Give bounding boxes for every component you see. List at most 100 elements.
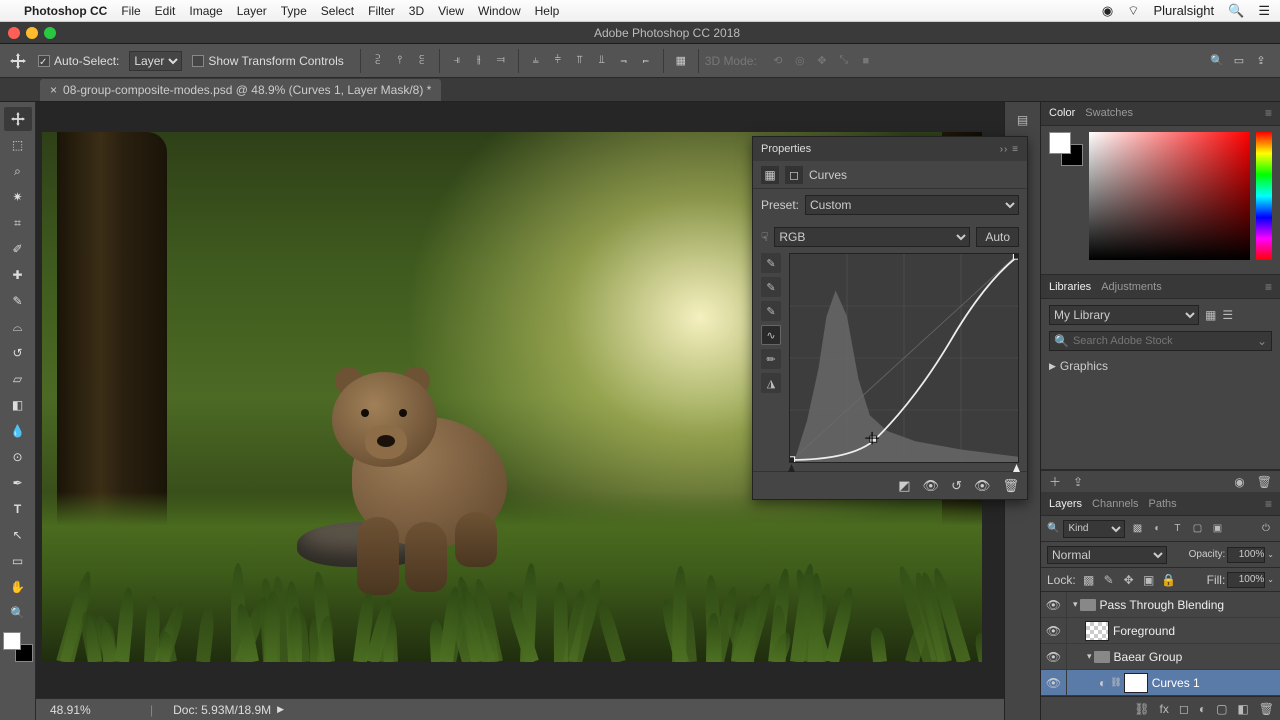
dist-hcenter-icon[interactable]: ⫬ [616, 53, 632, 69]
align-top-icon[interactable]: ⫔ [370, 53, 386, 69]
lasso-tool[interactable]: ⌕ [4, 159, 32, 183]
align-right-icon[interactable]: ⫤ [493, 53, 509, 69]
disclosure-icon[interactable]: ▾ [1073, 599, 1078, 610]
clip-histogram-icon[interactable]: ◮ [761, 373, 781, 393]
color-panel-menu-icon[interactable]: ≡ [1265, 106, 1272, 120]
add-to-library-icon[interactable]: ＋ [1049, 473, 1061, 490]
filter-adj-icon[interactable]: ◐ [1149, 521, 1165, 537]
lock-artboard-icon[interactable]: ▣ [1142, 573, 1156, 587]
align-bottom-icon[interactable]: ⫕ [414, 53, 430, 69]
stock-search[interactable]: 🔍 ⌄ [1049, 331, 1272, 351]
layers-tab[interactable]: Layers [1049, 498, 1082, 510]
cc-library-icon[interactable]: ◉ [1234, 475, 1244, 489]
filter-type-icon[interactable]: T [1169, 521, 1185, 537]
auto-button[interactable]: Auto [976, 227, 1019, 247]
visibility-icon[interactable]: 👁 [1041, 618, 1067, 643]
search-dropdown-icon[interactable]: ⌄ [1257, 334, 1267, 348]
graphics-group[interactable]: ▶Graphics [1049, 359, 1272, 373]
view-previous-icon[interactable]: 👁 [923, 478, 940, 494]
sampler-gray-icon[interactable]: ✎ [761, 277, 781, 297]
sampler-black-icon[interactable]: ✎ [761, 253, 781, 273]
hue-strip[interactable] [1256, 132, 1272, 260]
collapse-panel-icon[interactable]: ›› ≡ [1000, 144, 1019, 155]
document-tab[interactable]: × 08-group-composite-modes.psd @ 48.9% (… [40, 79, 441, 101]
layer-mask-icon[interactable]: ◻ [1179, 702, 1189, 716]
new-layer-icon[interactable]: ◧ [1237, 702, 1248, 716]
eraser-tool[interactable]: ▱ [4, 367, 32, 391]
channel-select[interactable]: RGB [774, 227, 970, 247]
dist-top-icon[interactable]: ⫨ [528, 53, 544, 69]
path-select-tool[interactable]: ↖ [4, 523, 32, 547]
libraries-panel-menu-icon[interactable]: ≡ [1265, 280, 1272, 294]
eyedropper-tool[interactable]: ✐ [4, 237, 32, 261]
libraries-sync-icon[interactable]: ⇪ [1073, 475, 1083, 489]
dist-vcenter-icon[interactable]: ⫩ [550, 53, 566, 69]
align-vcenter-icon[interactable]: ⫯ [392, 53, 408, 69]
zoom-window-button[interactable] [44, 27, 56, 39]
marquee-tool[interactable]: ⬚ [4, 133, 32, 157]
auto-select-checkbox[interactable]: Auto-Select: [38, 54, 119, 68]
filter-smart-icon[interactable]: ▣ [1209, 521, 1225, 537]
opacity-input[interactable] [1227, 547, 1265, 563]
adj-layer-icon[interactable]: ◐ [1199, 702, 1206, 716]
list-view-icon[interactable]: ☰ [1222, 308, 1233, 322]
blur-tool[interactable]: 💧 [4, 419, 32, 443]
dist-bottom-icon[interactable]: ⫪ [572, 53, 588, 69]
menu-file[interactable]: File [121, 4, 140, 18]
delete-layer-icon[interactable]: 🗑 [1259, 702, 1274, 716]
menu-edit[interactable]: Edit [155, 4, 176, 18]
color-tab[interactable]: Color [1049, 107, 1075, 119]
wifi-icon[interactable]: ⌔ [1127, 3, 1139, 19]
lock-transparency-icon[interactable]: ▩ [1082, 573, 1096, 587]
blend-mode-select[interactable]: Normal [1047, 546, 1167, 564]
layer-fx-icon[interactable]: fx [1160, 702, 1169, 716]
menu-select[interactable]: Select [321, 4, 354, 18]
preset-select[interactable]: Custom [805, 195, 1019, 215]
pen-tool[interactable]: ✒ [4, 471, 32, 495]
layer-row[interactable]: 👁▾Pass Through Blending [1041, 592, 1280, 618]
filter-kind-select[interactable]: Kind [1063, 520, 1125, 538]
healing-tool[interactable]: ✚ [4, 263, 32, 287]
curves-graph[interactable] [789, 253, 1019, 463]
dist-left-icon[interactable]: ⫫ [594, 53, 610, 69]
auto-align-icon[interactable]: ▦ [673, 53, 689, 69]
stock-search-input[interactable] [1073, 335, 1257, 347]
channels-tab[interactable]: Channels [1092, 498, 1138, 510]
color-field[interactable] [1089, 132, 1250, 260]
swatches-tab[interactable]: Swatches [1085, 107, 1133, 119]
fg-bg-colors[interactable] [3, 632, 33, 662]
delete-library-icon[interactable]: 🗑 [1257, 475, 1272, 489]
stamp-tool[interactable]: ⌓ [4, 315, 32, 339]
align-left-icon[interactable]: ⫣ [449, 53, 465, 69]
search-icon[interactable]: 🔍 [1209, 53, 1225, 69]
doc-size[interactable]: Doc: 5.93M/18.9M [173, 703, 271, 717]
minimize-window-button[interactable] [26, 27, 38, 39]
menu-layer[interactable]: Layer [237, 4, 267, 18]
filter-shape-icon[interactable]: ▢ [1189, 521, 1205, 537]
zoom-level[interactable]: 48.91% [50, 703, 130, 717]
layer-row[interactable]: 👁Foreground [1041, 618, 1280, 644]
link-layers-icon[interactable]: ⛓ [1134, 702, 1149, 716]
toggle-visibility-icon[interactable]: 👁 [974, 478, 991, 494]
group-icon[interactable]: ▢ [1216, 702, 1227, 716]
sampler-white-icon[interactable]: ✎ [761, 301, 781, 321]
adjustments-tab[interactable]: Adjustments [1101, 281, 1162, 293]
menu-list-icon[interactable]: ☰ [1258, 3, 1270, 19]
canvas-area[interactable]: Properties ›› ≡ ▦ ◻ Curves Preset: Custo… [36, 102, 1004, 720]
cc-icon[interactable]: ◉ [1102, 3, 1113, 19]
targeted-adj-icon[interactable]: ☟ [761, 230, 768, 244]
crop-tool[interactable]: ⌗ [4, 211, 32, 235]
show-transform-checkbox[interactable]: Show Transform Controls [192, 54, 343, 68]
dist-right-icon[interactable]: ⫭ [638, 53, 654, 69]
history-brush-tool[interactable]: ↺ [4, 341, 32, 365]
layer-row[interactable]: 👁▾Baear Group [1041, 644, 1280, 670]
filter-toggle[interactable]: ⏻ [1258, 521, 1274, 537]
clip-to-layer-icon[interactable]: ◩ [898, 478, 910, 494]
app-name[interactable]: Photoshop CC [24, 4, 107, 18]
rectangle-tool[interactable]: ▭ [4, 549, 32, 573]
hand-tool[interactable]: ✋ [4, 575, 32, 599]
mask-icon[interactable]: ◻ [785, 166, 803, 184]
reset-icon[interactable]: ↺ [951, 478, 962, 494]
history-panel-icon[interactable]: ▤ [1013, 110, 1033, 130]
libraries-tab[interactable]: Libraries [1049, 281, 1091, 293]
